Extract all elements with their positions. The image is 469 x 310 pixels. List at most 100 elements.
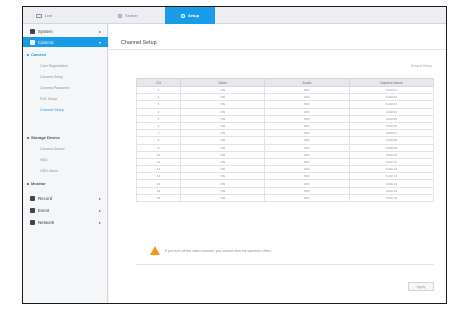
table-row[interactable]: 9 ON OFF CAM 09 bbox=[136, 143, 435, 152]
system-icon bbox=[30, 28, 35, 34]
sidebar-section-camera[interactable]: Camera ▾ bbox=[23, 37, 108, 47]
sidebar-item-camera-password[interactable]: Camera Password bbox=[40, 86, 70, 90]
sidebar-item-hdd[interactable]: HDD bbox=[40, 158, 48, 162]
table-row[interactable]: 7 ON OFF CAM 07 bbox=[136, 129, 435, 138]
audio-setting-cell[interactable]: OFF bbox=[264, 100, 350, 109]
sidebar-section-label: Record bbox=[38, 195, 53, 201]
audio-setting-cell[interactable]: OFF bbox=[264, 179, 350, 188]
table-row[interactable]: 15 ON OFF CAM 15 bbox=[136, 186, 435, 195]
sidebar-section-system[interactable]: System ▸ bbox=[23, 26, 108, 36]
table-row[interactable]: 2 ON OFF CAM 02 bbox=[136, 93, 435, 102]
table-row[interactable]: 5 ON OFF CAM 05 bbox=[136, 114, 435, 123]
camera-name-cell[interactable]: CAM 03 bbox=[348, 100, 435, 109]
video-setting-cell[interactable]: ON bbox=[179, 193, 266, 203]
audio-setting-cell[interactable]: OFF bbox=[264, 186, 350, 195]
audio-setting-cell[interactable]: OFF bbox=[264, 107, 350, 116]
audio-setting-cell[interactable]: OFF bbox=[264, 129, 350, 138]
table-row[interactable]: 13 ON OFF CAM 13 bbox=[136, 172, 435, 181]
sidebar-section-record[interactable]: Record ▸ bbox=[23, 193, 108, 203]
table-row[interactable]: 12 ON OFF CAM 12 bbox=[136, 165, 435, 174]
sidebar-group-storage-device[interactable]: Storage Device bbox=[27, 135, 60, 140]
table-row[interactable]: 6 ON OFF CAM 06 bbox=[136, 121, 435, 131]
sidebar-item-cam-registration[interactable]: Cam Registration bbox=[40, 64, 68, 68]
sidebar-section-label: Event bbox=[38, 207, 50, 213]
table-row[interactable]: 14 ON OFF CAM 14 bbox=[136, 179, 435, 188]
video-setting-cell[interactable]: ON bbox=[179, 186, 266, 195]
sidebar-group-monitor[interactable]: Monitor bbox=[27, 181, 46, 186]
sidebar-item-poe-setup[interactable]: PoE Setup bbox=[40, 97, 57, 101]
video-setting-cell[interactable]: ON bbox=[179, 121, 266, 131]
camera-name-cell[interactable]: CAM 14 bbox=[348, 179, 435, 188]
apply-button[interactable]: Apply bbox=[408, 282, 434, 291]
video-setting-cell[interactable]: ON bbox=[179, 85, 266, 95]
video-setting-cell[interactable]: ON bbox=[179, 172, 266, 181]
table-row[interactable]: 10 ON OFF CAM 10 bbox=[136, 150, 435, 159]
sidebar-group-camera[interactable]: Camera bbox=[27, 52, 46, 57]
gear-icon bbox=[180, 13, 185, 18]
tab-search[interactable]: Search bbox=[118, 10, 138, 21]
column-header-ch: CH bbox=[136, 78, 181, 87]
video-setting-cell[interactable]: ON bbox=[179, 107, 266, 116]
sidebar-section-network[interactable]: Network ▸ bbox=[23, 217, 108, 227]
table-row[interactable]: 11 ON OFF CAM 11 bbox=[136, 157, 435, 167]
video-setting-cell[interactable]: ON bbox=[179, 165, 266, 174]
sidebar-section-event[interactable]: Event ▸ bbox=[23, 205, 108, 215]
video-setting-cell[interactable]: ON bbox=[179, 100, 266, 109]
camera-name-cell[interactable]: CAM 05 bbox=[348, 114, 435, 123]
sidebar-item-camera-device[interactable]: Camera Device bbox=[40, 147, 65, 151]
camera-name-cell[interactable]: CAM 02 bbox=[348, 93, 435, 102]
top-navigation-bar: Live Search Setup bbox=[23, 7, 446, 24]
camera-name-cell[interactable]: CAM 01 bbox=[348, 85, 435, 95]
record-icon bbox=[30, 195, 35, 201]
audio-setting-cell[interactable]: OFF bbox=[264, 143, 350, 152]
tab-live-label: Live bbox=[45, 13, 53, 18]
audio-setting-cell[interactable]: OFF bbox=[264, 136, 350, 145]
tab-setup-label: Setup bbox=[187, 13, 200, 18]
camera-name-cell[interactable]: CAM 09 bbox=[348, 143, 435, 152]
table-row[interactable]: 1 ON OFF CAM 01 bbox=[136, 85, 435, 95]
camera-name-cell[interactable]: CAM 11 bbox=[348, 157, 435, 167]
video-setting-cell[interactable]: ON bbox=[179, 129, 266, 138]
camera-name-cell[interactable]: CAM 04 bbox=[348, 107, 435, 116]
video-setting-cell[interactable]: ON bbox=[179, 136, 266, 145]
channel-number-cell: 8 bbox=[136, 136, 181, 145]
audio-setting-cell[interactable]: OFF bbox=[264, 93, 350, 102]
audio-setting-cell[interactable]: OFF bbox=[264, 85, 350, 95]
channel-number-cell: 15 bbox=[136, 186, 181, 195]
camera-name-cell[interactable]: CAM 10 bbox=[348, 150, 435, 159]
audio-setting-cell[interactable]: OFF bbox=[264, 121, 350, 131]
camera-name-cell[interactable]: CAM 13 bbox=[348, 172, 435, 181]
video-setting-cell[interactable]: ON bbox=[179, 114, 266, 123]
camera-name-cell[interactable]: CAM 06 bbox=[348, 121, 435, 131]
video-setting-cell[interactable]: ON bbox=[179, 157, 266, 167]
default-setup-link[interactable]: Default Setup bbox=[411, 64, 432, 68]
table-row[interactable]: 8 ON OFF CAM 08 bbox=[136, 136, 435, 145]
camera-name-cell[interactable]: CAM 16 bbox=[348, 193, 435, 203]
table-row[interactable]: 4 ON OFF CAM 04 bbox=[136, 107, 435, 116]
tab-setup[interactable]: Setup bbox=[165, 7, 215, 24]
audio-setting-cell[interactable]: OFF bbox=[264, 157, 350, 167]
camera-name-cell[interactable]: CAM 15 bbox=[348, 186, 435, 195]
video-setting-cell[interactable]: ON bbox=[179, 93, 266, 102]
video-setting-cell[interactable]: ON bbox=[179, 179, 266, 188]
sidebar-item-camera-setup[interactable]: Camera Setup bbox=[40, 75, 63, 79]
camera-name-cell[interactable]: CAM 07 bbox=[348, 129, 435, 138]
sidebar-section-label: Network bbox=[38, 219, 55, 225]
camera-name-cell[interactable]: CAM 08 bbox=[348, 136, 435, 145]
video-setting-cell[interactable]: ON bbox=[179, 143, 266, 152]
channel-number-cell: 1 bbox=[136, 85, 181, 95]
audio-setting-cell[interactable]: OFF bbox=[264, 172, 350, 181]
camera-icon bbox=[30, 39, 35, 45]
audio-setting-cell[interactable]: OFF bbox=[264, 150, 350, 159]
video-setting-cell[interactable]: ON bbox=[179, 150, 266, 159]
audio-setting-cell[interactable]: OFF bbox=[264, 193, 350, 203]
sidebar-item-hdd-alarm[interactable]: HDD Alarm bbox=[40, 169, 58, 173]
audio-setting-cell[interactable]: OFF bbox=[264, 165, 350, 174]
sidebar-item-channel-setup[interactable]: Channel Setup bbox=[40, 108, 64, 112]
table-row[interactable]: 3 ON OFF CAM 03 bbox=[136, 100, 435, 109]
audio-setting-cell[interactable]: OFF bbox=[264, 114, 350, 123]
camera-name-cell[interactable]: CAM 12 bbox=[348, 165, 435, 174]
column-header-camera-name: Camera Name bbox=[348, 78, 435, 87]
table-row[interactable]: 16 ON OFF CAM 16 bbox=[136, 193, 435, 203]
tab-live[interactable]: Live bbox=[36, 10, 52, 21]
